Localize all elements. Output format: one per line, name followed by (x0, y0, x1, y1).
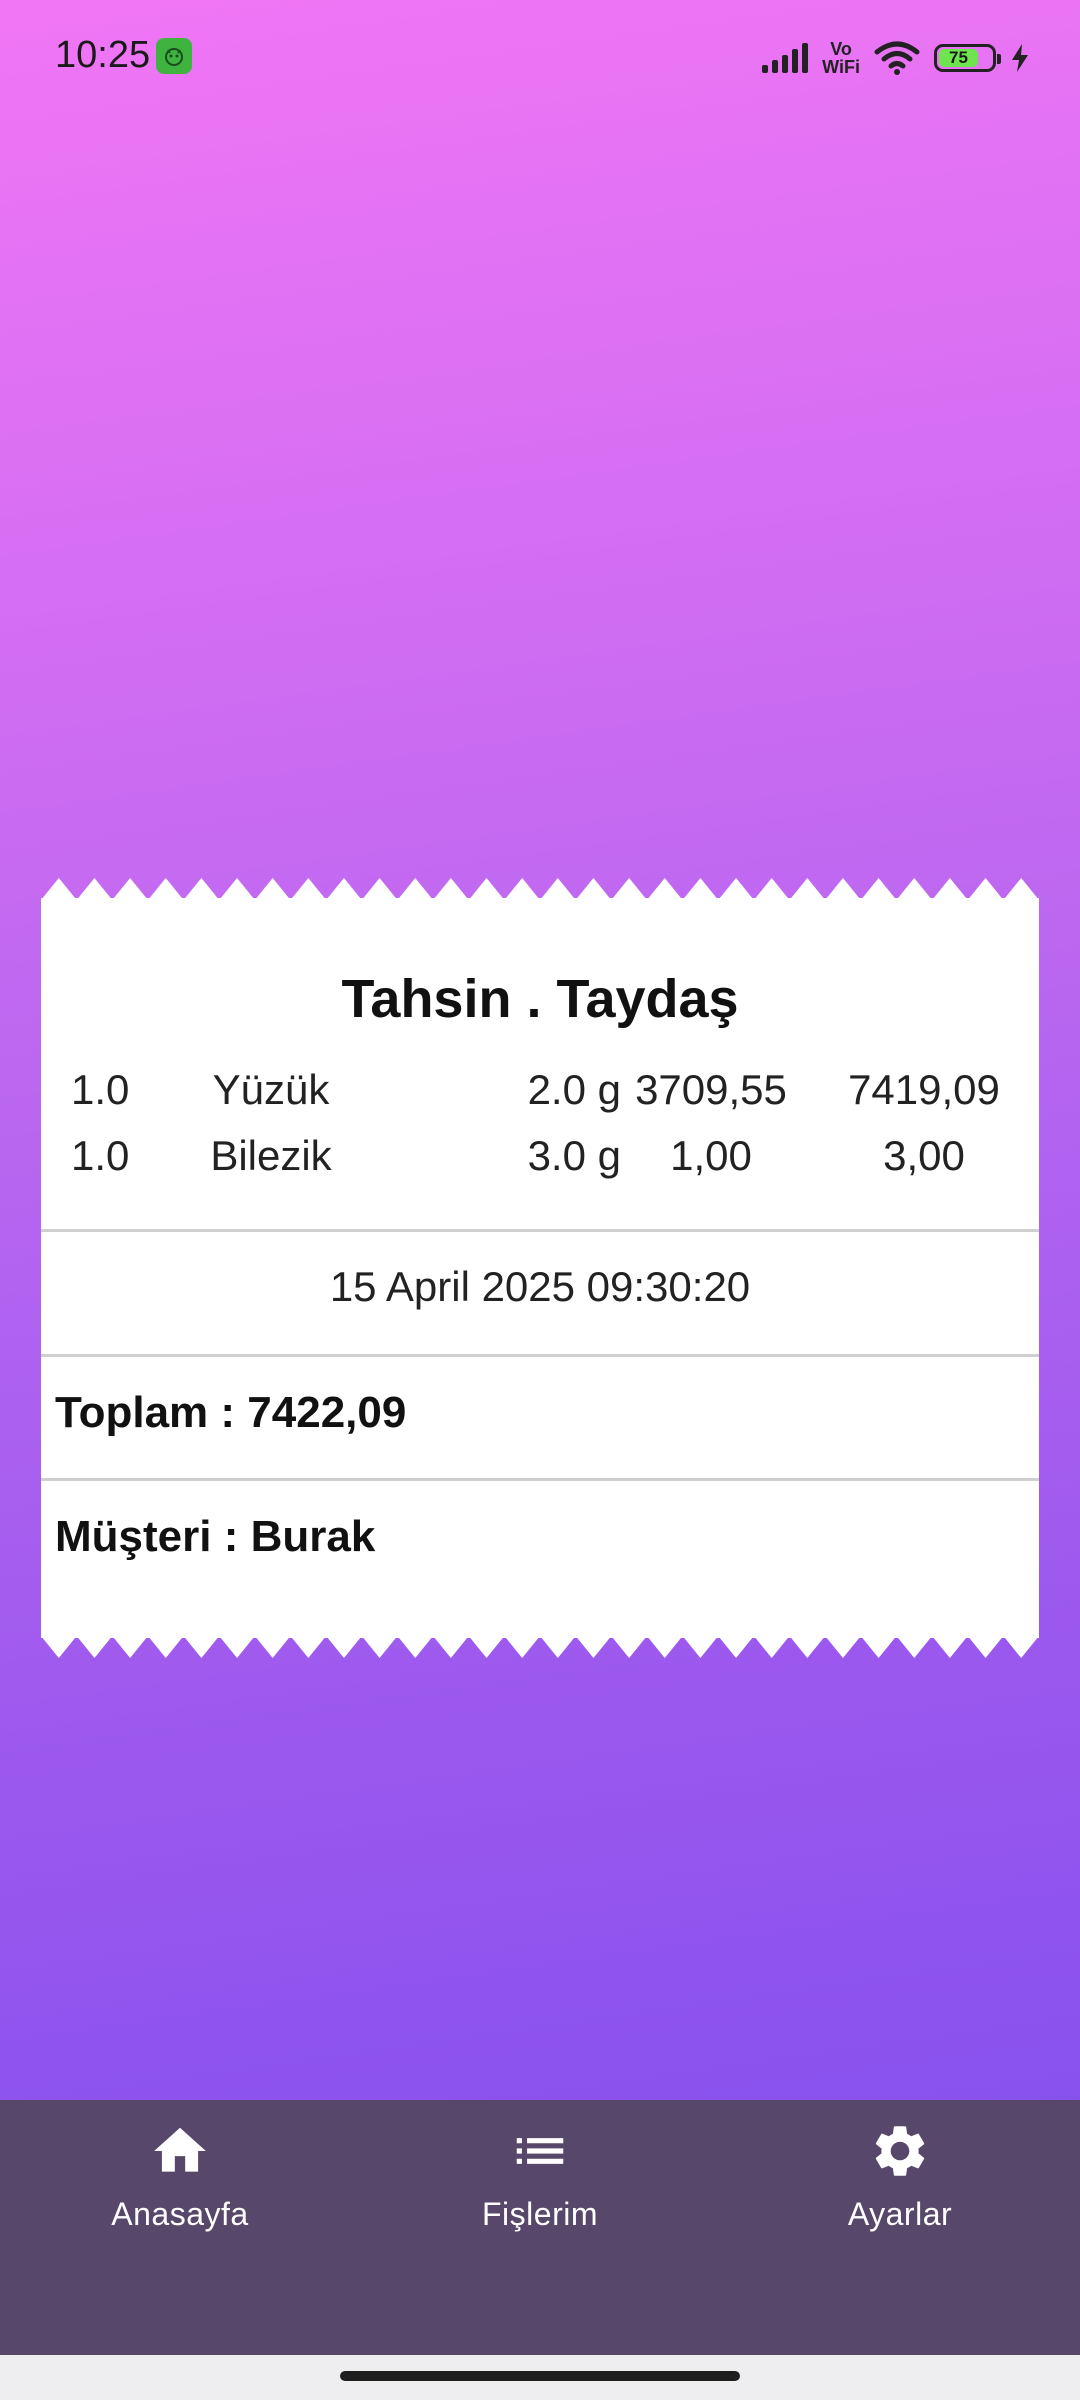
app-notification-icon (156, 38, 192, 74)
receipt-item-row: 1.0 Bilezik 3.0 g 1,00 3,00 (41, 1132, 1039, 1198)
item-name: Bilezik (210, 1132, 332, 1179)
bottom-navigation: Anasayfa Fişlerim Ayarlar (0, 2100, 1080, 2355)
item-weight: 3.0 g (527, 1132, 621, 1179)
receipt-body: Tahsin . Taydaş 1.0 Yüzük 2.0 g 3709,55 … (41, 898, 1039, 1638)
nav-item-settings[interactable]: Ayarlar (790, 2120, 1010, 2250)
charging-icon (1012, 44, 1028, 72)
nav-label-receipts: Fişlerim (482, 2196, 598, 2232)
signal-icon (762, 43, 809, 73)
receipt-zigzag-bottom (41, 1636, 1039, 1658)
vowifi-label-top: Vo (830, 39, 852, 59)
item-price: 1,00 (670, 1132, 752, 1179)
item-price: 3709,55 (635, 1066, 787, 1113)
receipt-total: Toplam : 7422,09 (55, 1388, 407, 1437)
status-icons: Vo WiFi 75 (762, 36, 1030, 80)
nav-item-receipts[interactable]: Fişlerim (430, 2120, 650, 2250)
receipt-date: 15 April 2025 09:30:20 (329, 1263, 751, 1310)
status-bar: 10:25 Vo WiFi 75 (0, 0, 1080, 110)
item-weight: 2.0 g (527, 1066, 621, 1113)
vowifi-label-bottom: WiFi (822, 57, 860, 77)
battery-icon: 75 (934, 44, 1001, 72)
item-qty: 1.0 (71, 1132, 130, 1179)
item-total: 3,00 (883, 1132, 965, 1179)
nav-label-home: Anasayfa (111, 2196, 249, 2232)
receipt-customer: Müşteri : Burak (55, 1512, 376, 1561)
divider (41, 1354, 1039, 1357)
nav-label-settings: Ayarlar (847, 2196, 953, 2232)
vowifi-icon: Vo WiFi (822, 40, 860, 76)
receipt-card: Tahsin . Taydaş 1.0 Yüzük 2.0 g 3709,55 … (41, 878, 1039, 1658)
divider (41, 1478, 1039, 1481)
gesture-area (0, 2355, 1080, 2400)
receipt-items: 1.0 Yüzük 2.0 g 3709,55 7419,09 1.0 Bile… (41, 1066, 1039, 1198)
divider (41, 1229, 1039, 1232)
item-total: 7419,09 (848, 1066, 1000, 1113)
gear-icon (875, 2126, 925, 2176)
receipt-title: Tahsin . Taydaş (341, 969, 739, 1029)
gesture-bar[interactable] (340, 2371, 740, 2381)
item-name: Yüzük (212, 1066, 330, 1113)
item-qty: 1.0 (71, 1066, 130, 1113)
list-icon (516, 2138, 564, 2164)
nav-item-home[interactable]: Anasayfa (70, 2120, 290, 2250)
receipt-zigzag-top (41, 878, 1039, 900)
status-time: 10:25 (55, 34, 151, 76)
home-icon (154, 2127, 206, 2172)
wifi-icon (874, 41, 920, 75)
battery-level: 75 (939, 48, 978, 67)
receipt-item-row: 1.0 Yüzük 2.0 g 3709,55 7419,09 (41, 1066, 1039, 1132)
